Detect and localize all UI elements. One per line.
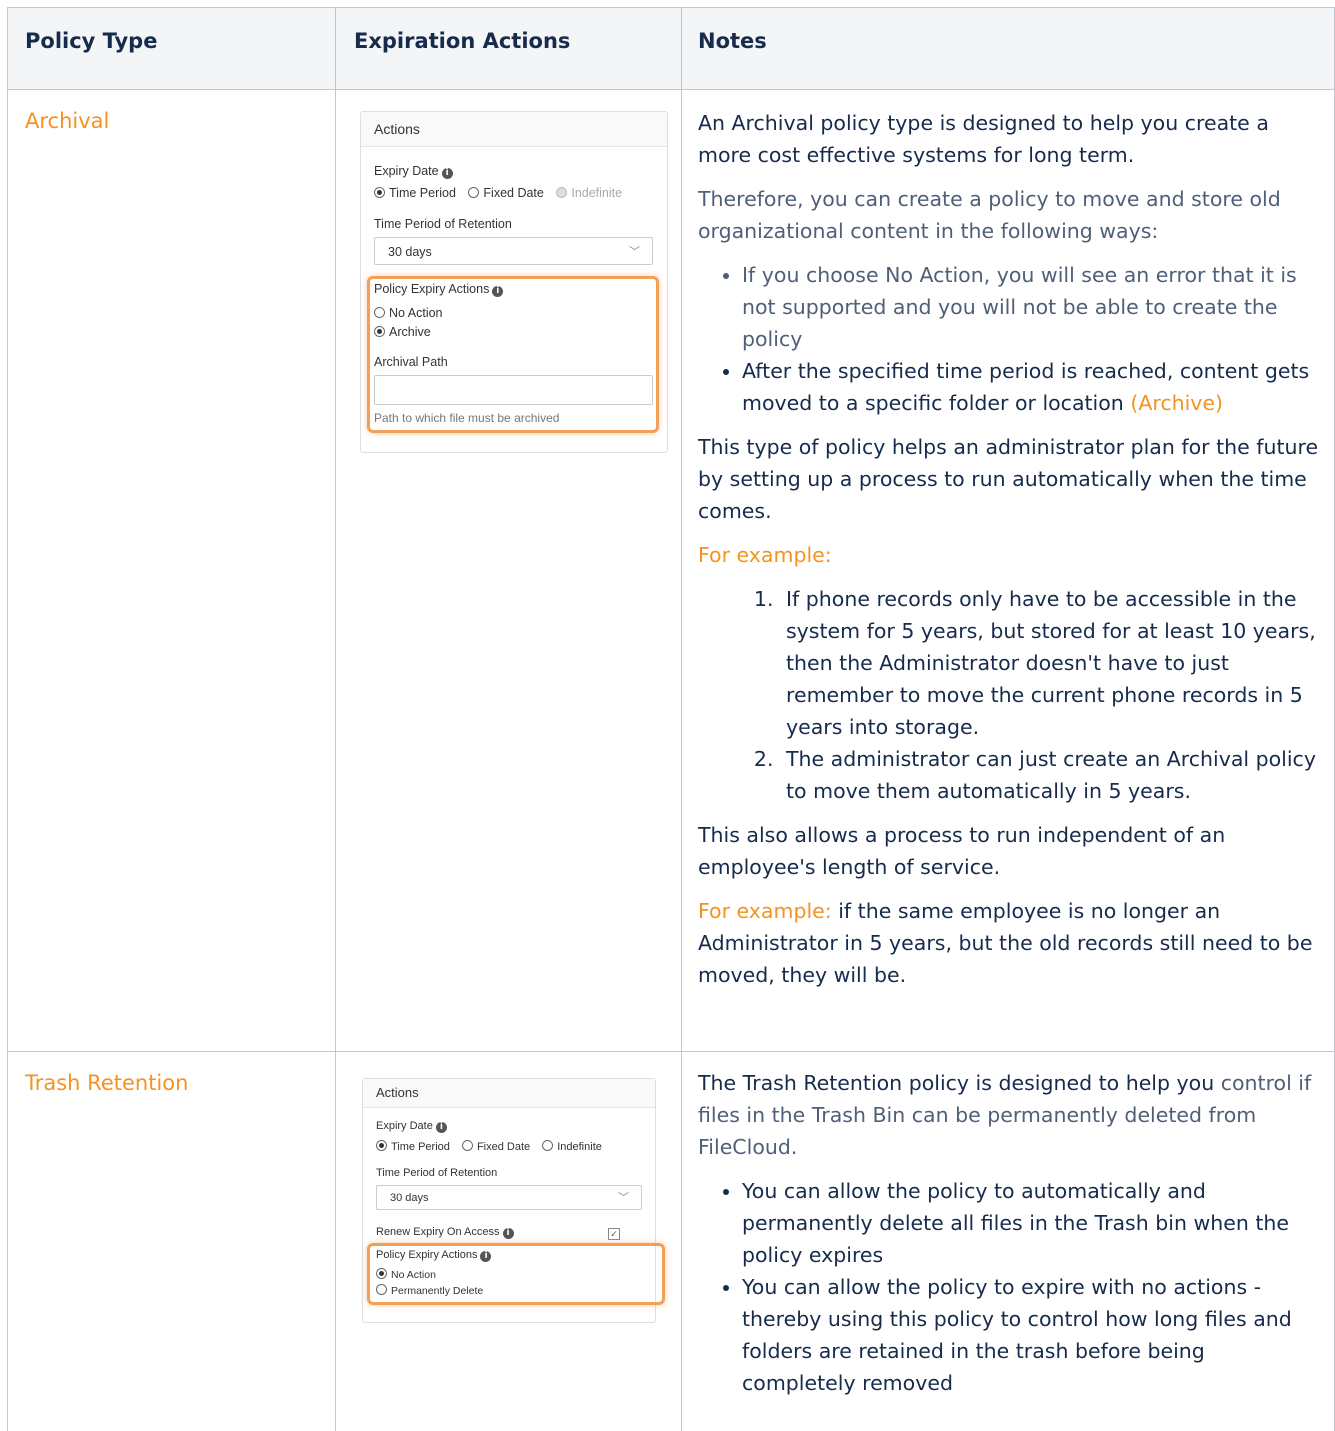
info-icon: i bbox=[441, 168, 453, 179]
policy-table: Policy Type Expiration Actions Notes Arc… bbox=[7, 7, 1335, 1431]
column-divider-1 bbox=[335, 7, 336, 1431]
radio-fixed-date[interactable]: Fixed Date bbox=[468, 186, 544, 200]
column-divider-2 bbox=[681, 7, 682, 1431]
expiry-date-options: Time Period Fixed Date Indefinite bbox=[376, 1140, 611, 1153]
notes-example-paragraph: For example: if the same employee is no … bbox=[698, 899, 1313, 987]
highlight-box bbox=[367, 276, 659, 433]
policy-type-link-archival[interactable]: Archival bbox=[25, 109, 109, 133]
row-divider bbox=[7, 1051, 1335, 1052]
archive-link[interactable]: (Archive) bbox=[1130, 391, 1223, 415]
notes-plan: This type of policy helps an administrat… bbox=[698, 435, 1319, 523]
list-item: If phone records only have to be accessi… bbox=[780, 583, 1323, 743]
notes-intro: The Trash Retention policy is designed t… bbox=[698, 1071, 1312, 1159]
radio-empty-icon bbox=[542, 1140, 554, 1151]
header-policy-type: Policy Type bbox=[25, 29, 158, 53]
renew-expiry-checkbox[interactable]: ✓ bbox=[608, 1228, 620, 1240]
radio-time-period[interactable]: Time Period bbox=[376, 1140, 450, 1153]
chevron-down-icon: ﹀ bbox=[629, 246, 640, 258]
radio-indefinite[interactable]: Indefinite bbox=[542, 1140, 602, 1153]
info-icon: i bbox=[435, 1122, 447, 1133]
radio-selected-icon bbox=[374, 187, 385, 198]
renew-expiry-label: Renew Expiry On Access i bbox=[376, 1226, 514, 1239]
radio-selected-icon bbox=[376, 1140, 387, 1151]
expiry-date-options: Time Period Fixed Date Indefinite bbox=[374, 186, 631, 200]
radio-time-period[interactable]: Time Period bbox=[374, 186, 456, 200]
radio-empty-icon bbox=[468, 187, 480, 198]
list-item: You can allow the policy to expire with … bbox=[742, 1271, 1323, 1399]
trash-retention-notes: The Trash Retention policy is designed t… bbox=[698, 1067, 1323, 1411]
expiry-date-label: Expiry Date i bbox=[376, 1120, 447, 1133]
list-item: If you choose No Action, you will see an… bbox=[742, 259, 1323, 355]
list-item: You can allow the policy to automaticall… bbox=[742, 1175, 1323, 1271]
chevron-down-icon: ﹀ bbox=[618, 1192, 629, 1204]
policy-type-link-trash-retention[interactable]: Trash Retention bbox=[25, 1071, 188, 1095]
table-border-left bbox=[7, 7, 8, 1431]
highlight-box bbox=[367, 1243, 665, 1305]
time-period-label: Time Period of Retention bbox=[374, 217, 512, 231]
panel-title: Actions bbox=[361, 112, 667, 147]
notes-example-list: If phone records only have to be accessi… bbox=[698, 583, 1323, 807]
panel-title: Actions bbox=[363, 1079, 655, 1108]
table-header-row bbox=[7, 7, 1335, 89]
notes-for-example: For example: bbox=[698, 543, 832, 567]
notes-intro: An Archival policy type is designed to h… bbox=[698, 111, 1269, 167]
for-example-label: For example: bbox=[698, 899, 832, 923]
time-period-select[interactable]: 30 days ﹀ bbox=[374, 237, 653, 265]
notes-bullet-list: If you choose No Action, you will see an… bbox=[698, 259, 1323, 419]
expiry-date-label: Expiry Date i bbox=[374, 164, 453, 179]
radio-fixed-date[interactable]: Fixed Date bbox=[461, 1140, 530, 1153]
radio-indefinite: Indefinite bbox=[556, 186, 622, 200]
list-item: After the specified time period is reach… bbox=[742, 355, 1323, 419]
archival-actions-panel: Actions Expiry Date i Time Period Fixed D… bbox=[360, 111, 668, 453]
info-icon: i bbox=[502, 1228, 514, 1239]
table-border-top bbox=[7, 7, 1335, 8]
time-period-select[interactable]: 30 days ﹀ bbox=[376, 1185, 642, 1210]
radio-disabled-icon bbox=[556, 187, 568, 198]
time-period-label: Time Period of Retention bbox=[376, 1167, 498, 1179]
trash-actions-panel: Actions Expiry Date i Time Period Fixed D… bbox=[362, 1078, 665, 1323]
header-notes: Notes bbox=[698, 29, 767, 53]
archival-notes: An Archival policy type is designed to h… bbox=[698, 107, 1323, 1003]
notes-bullet-list: You can allow the policy to automaticall… bbox=[698, 1175, 1323, 1399]
list-item: The administrator can just create an Arc… bbox=[780, 743, 1323, 807]
notes-therefore: Therefore, you can create a policy to mo… bbox=[698, 187, 1281, 243]
radio-empty-icon bbox=[461, 1140, 473, 1151]
notes-independent: This also allows a process to run indepe… bbox=[698, 823, 1226, 879]
header-divider bbox=[7, 89, 1335, 90]
header-expiration-actions: Expiration Actions bbox=[354, 29, 571, 53]
